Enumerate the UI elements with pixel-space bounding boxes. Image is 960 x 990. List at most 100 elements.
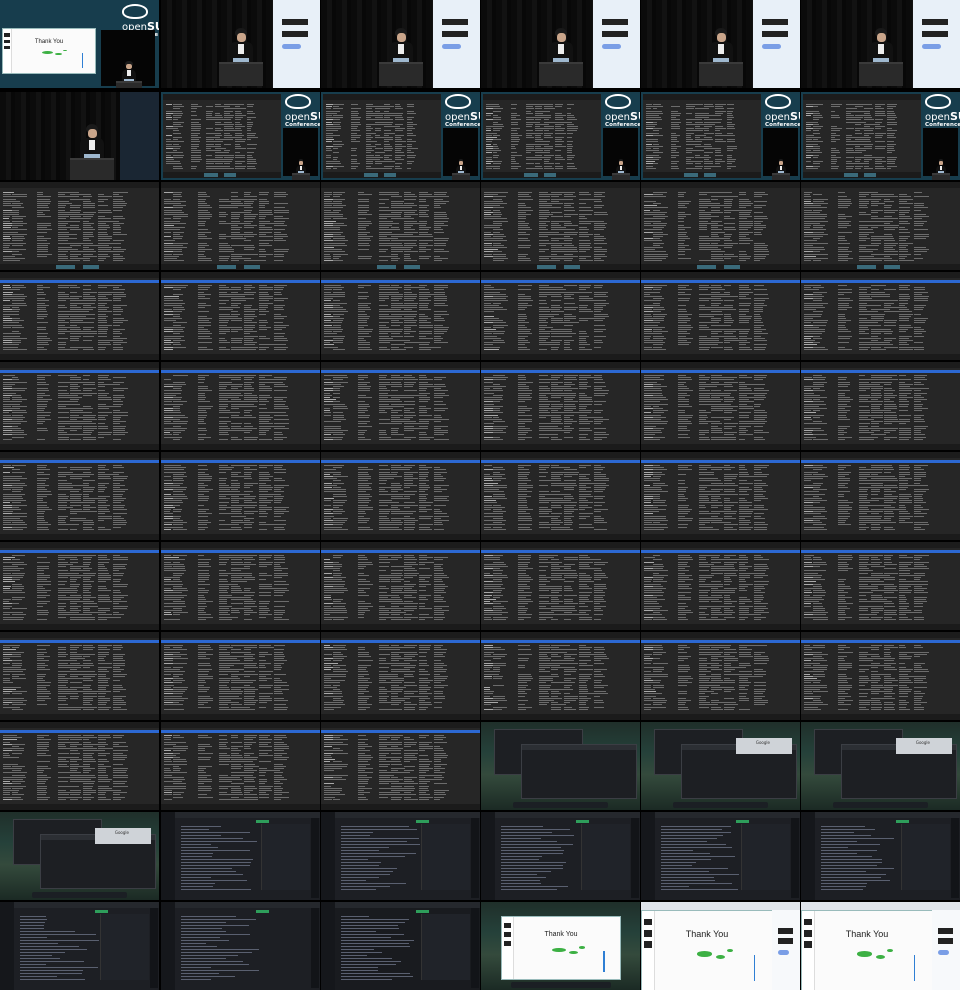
table-cell — [875, 148, 886, 149]
table-cell — [36, 251, 49, 253]
speaker-shirt — [299, 165, 303, 170]
table-cell — [97, 247, 113, 248]
table-cell — [723, 238, 730, 240]
table-cell — [333, 251, 346, 253]
table-cell — [418, 211, 427, 213]
table-cell — [754, 205, 767, 207]
table-cell — [723, 423, 738, 425]
table-cell — [653, 227, 664, 229]
table-cell — [375, 128, 382, 130]
table-cell — [715, 152, 721, 154]
table-cell — [36, 249, 48, 251]
table-cell — [82, 375, 90, 376]
table-cell — [653, 304, 660, 306]
table-cell — [837, 342, 849, 344]
table-cell — [357, 222, 373, 224]
screen-widget — [922, 44, 942, 49]
table-cell — [379, 388, 387, 390]
table-cell — [215, 152, 225, 154]
status-chip — [864, 173, 877, 177]
table-cell — [859, 238, 870, 240]
table-cell — [235, 112, 243, 114]
table-cell — [875, 110, 885, 112]
table-cell — [219, 421, 231, 423]
table-cell — [243, 214, 258, 215]
table-cell — [493, 333, 504, 335]
table-cell — [357, 405, 371, 407]
table-cell — [379, 315, 393, 317]
frame-terminal-hl — [481, 272, 640, 360]
table-cell — [36, 300, 50, 302]
table-cell — [384, 137, 393, 138]
table-cell — [738, 285, 749, 286]
status-chip — [55, 265, 75, 269]
table-cell — [395, 150, 401, 152]
table-cell — [544, 156, 551, 158]
table-cell — [403, 255, 411, 257]
table-cell — [391, 216, 402, 218]
table-cell — [914, 233, 929, 235]
table-cell — [173, 214, 188, 215]
table-cell — [173, 307, 185, 308]
frame-speaker-laptop — [481, 0, 640, 88]
table-cell — [704, 108, 709, 110]
table-cell — [357, 375, 369, 376]
terminal-statusbar — [481, 444, 640, 450]
table-cell — [366, 148, 373, 149]
slide-blob — [62, 49, 68, 52]
table-cell — [403, 320, 418, 322]
table-cell — [58, 394, 71, 396]
table-cell — [578, 337, 586, 339]
table-cell — [333, 192, 345, 193]
table-cell — [434, 229, 443, 231]
table-cell — [875, 156, 886, 158]
table-cell — [219, 432, 229, 434]
selected-row-highlight — [0, 370, 159, 373]
table-cell — [418, 293, 434, 295]
table-cell — [486, 115, 492, 116]
table-cell — [738, 313, 746, 315]
table-cell — [677, 329, 692, 330]
table-cell — [274, 194, 288, 196]
table-cell — [3, 236, 10, 237]
table-cell — [391, 285, 400, 286]
table-cell — [563, 216, 571, 218]
table-cell — [235, 145, 242, 147]
table-cell — [883, 236, 893, 237]
table-cell — [837, 198, 852, 200]
table-cell — [58, 346, 66, 348]
table-cell — [434, 240, 448, 242]
table-cell — [197, 434, 207, 436]
table-cell — [539, 333, 550, 335]
table-cell — [723, 307, 733, 308]
table-cell — [434, 342, 449, 344]
table-cell — [886, 161, 895, 163]
table-cell — [517, 346, 527, 348]
table-cell — [350, 165, 359, 167]
table-cell — [652, 104, 662, 105]
table-cell — [366, 145, 376, 147]
table-cell — [711, 229, 722, 231]
table-cell — [224, 119, 231, 121]
table-cell — [403, 331, 417, 333]
table-cell — [544, 121, 556, 123]
table-cell — [711, 242, 719, 244]
table-cell — [403, 225, 413, 226]
table-cell — [375, 121, 385, 123]
table-cell — [243, 258, 251, 259]
table-cell — [484, 333, 493, 335]
table-cell — [711, 386, 718, 387]
table-cell — [391, 192, 399, 193]
table-cell — [578, 377, 595, 379]
table-cell — [551, 436, 559, 438]
table-cell — [563, 392, 576, 394]
table-cell — [563, 249, 577, 251]
table-cell — [82, 405, 92, 407]
table-cell — [653, 194, 663, 196]
table-cell — [403, 209, 417, 211]
table-cell — [594, 214, 609, 215]
table-cell — [379, 218, 388, 220]
table-cell — [517, 324, 525, 326]
terminal-statusbar — [0, 264, 159, 270]
table-cell — [12, 240, 24, 242]
